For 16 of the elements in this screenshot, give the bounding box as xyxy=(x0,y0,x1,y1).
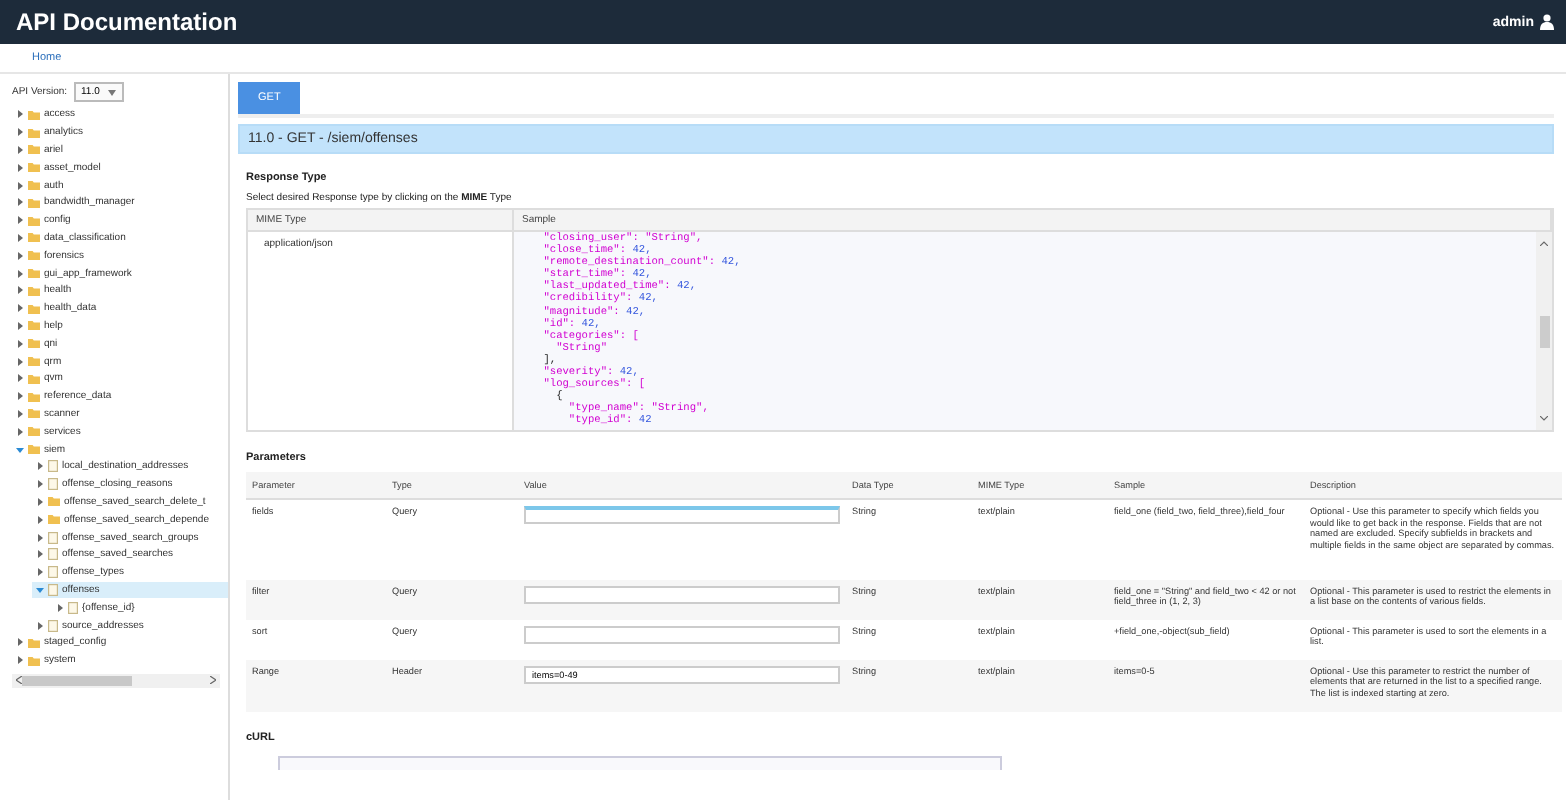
caret-icon[interactable] xyxy=(56,603,64,612)
horizontal-scrollbar[interactable] xyxy=(12,673,220,687)
value-input-field[interactable] xyxy=(524,506,840,524)
scroll-right-icon[interactable] xyxy=(210,676,216,684)
value-input-field[interactable] xyxy=(524,585,840,603)
scrollbar-thumb[interactable] xyxy=(1539,315,1549,347)
app-title: API Documentation xyxy=(16,8,238,36)
scrollbar-thumb[interactable] xyxy=(22,675,132,685)
value-input-field[interactable] xyxy=(524,625,840,643)
scroll-left-icon[interactable] xyxy=(16,676,22,684)
scroll-down-icon[interactable] xyxy=(1540,416,1548,422)
user-icon[interactable] xyxy=(1540,14,1554,30)
dropdown-arrow-icon[interactable] xyxy=(107,89,116,95)
vertical-scrollbar[interactable] xyxy=(1536,232,1552,430)
caret-icon[interactable] xyxy=(36,621,44,629)
scroll-up-icon[interactable] xyxy=(1540,240,1548,246)
